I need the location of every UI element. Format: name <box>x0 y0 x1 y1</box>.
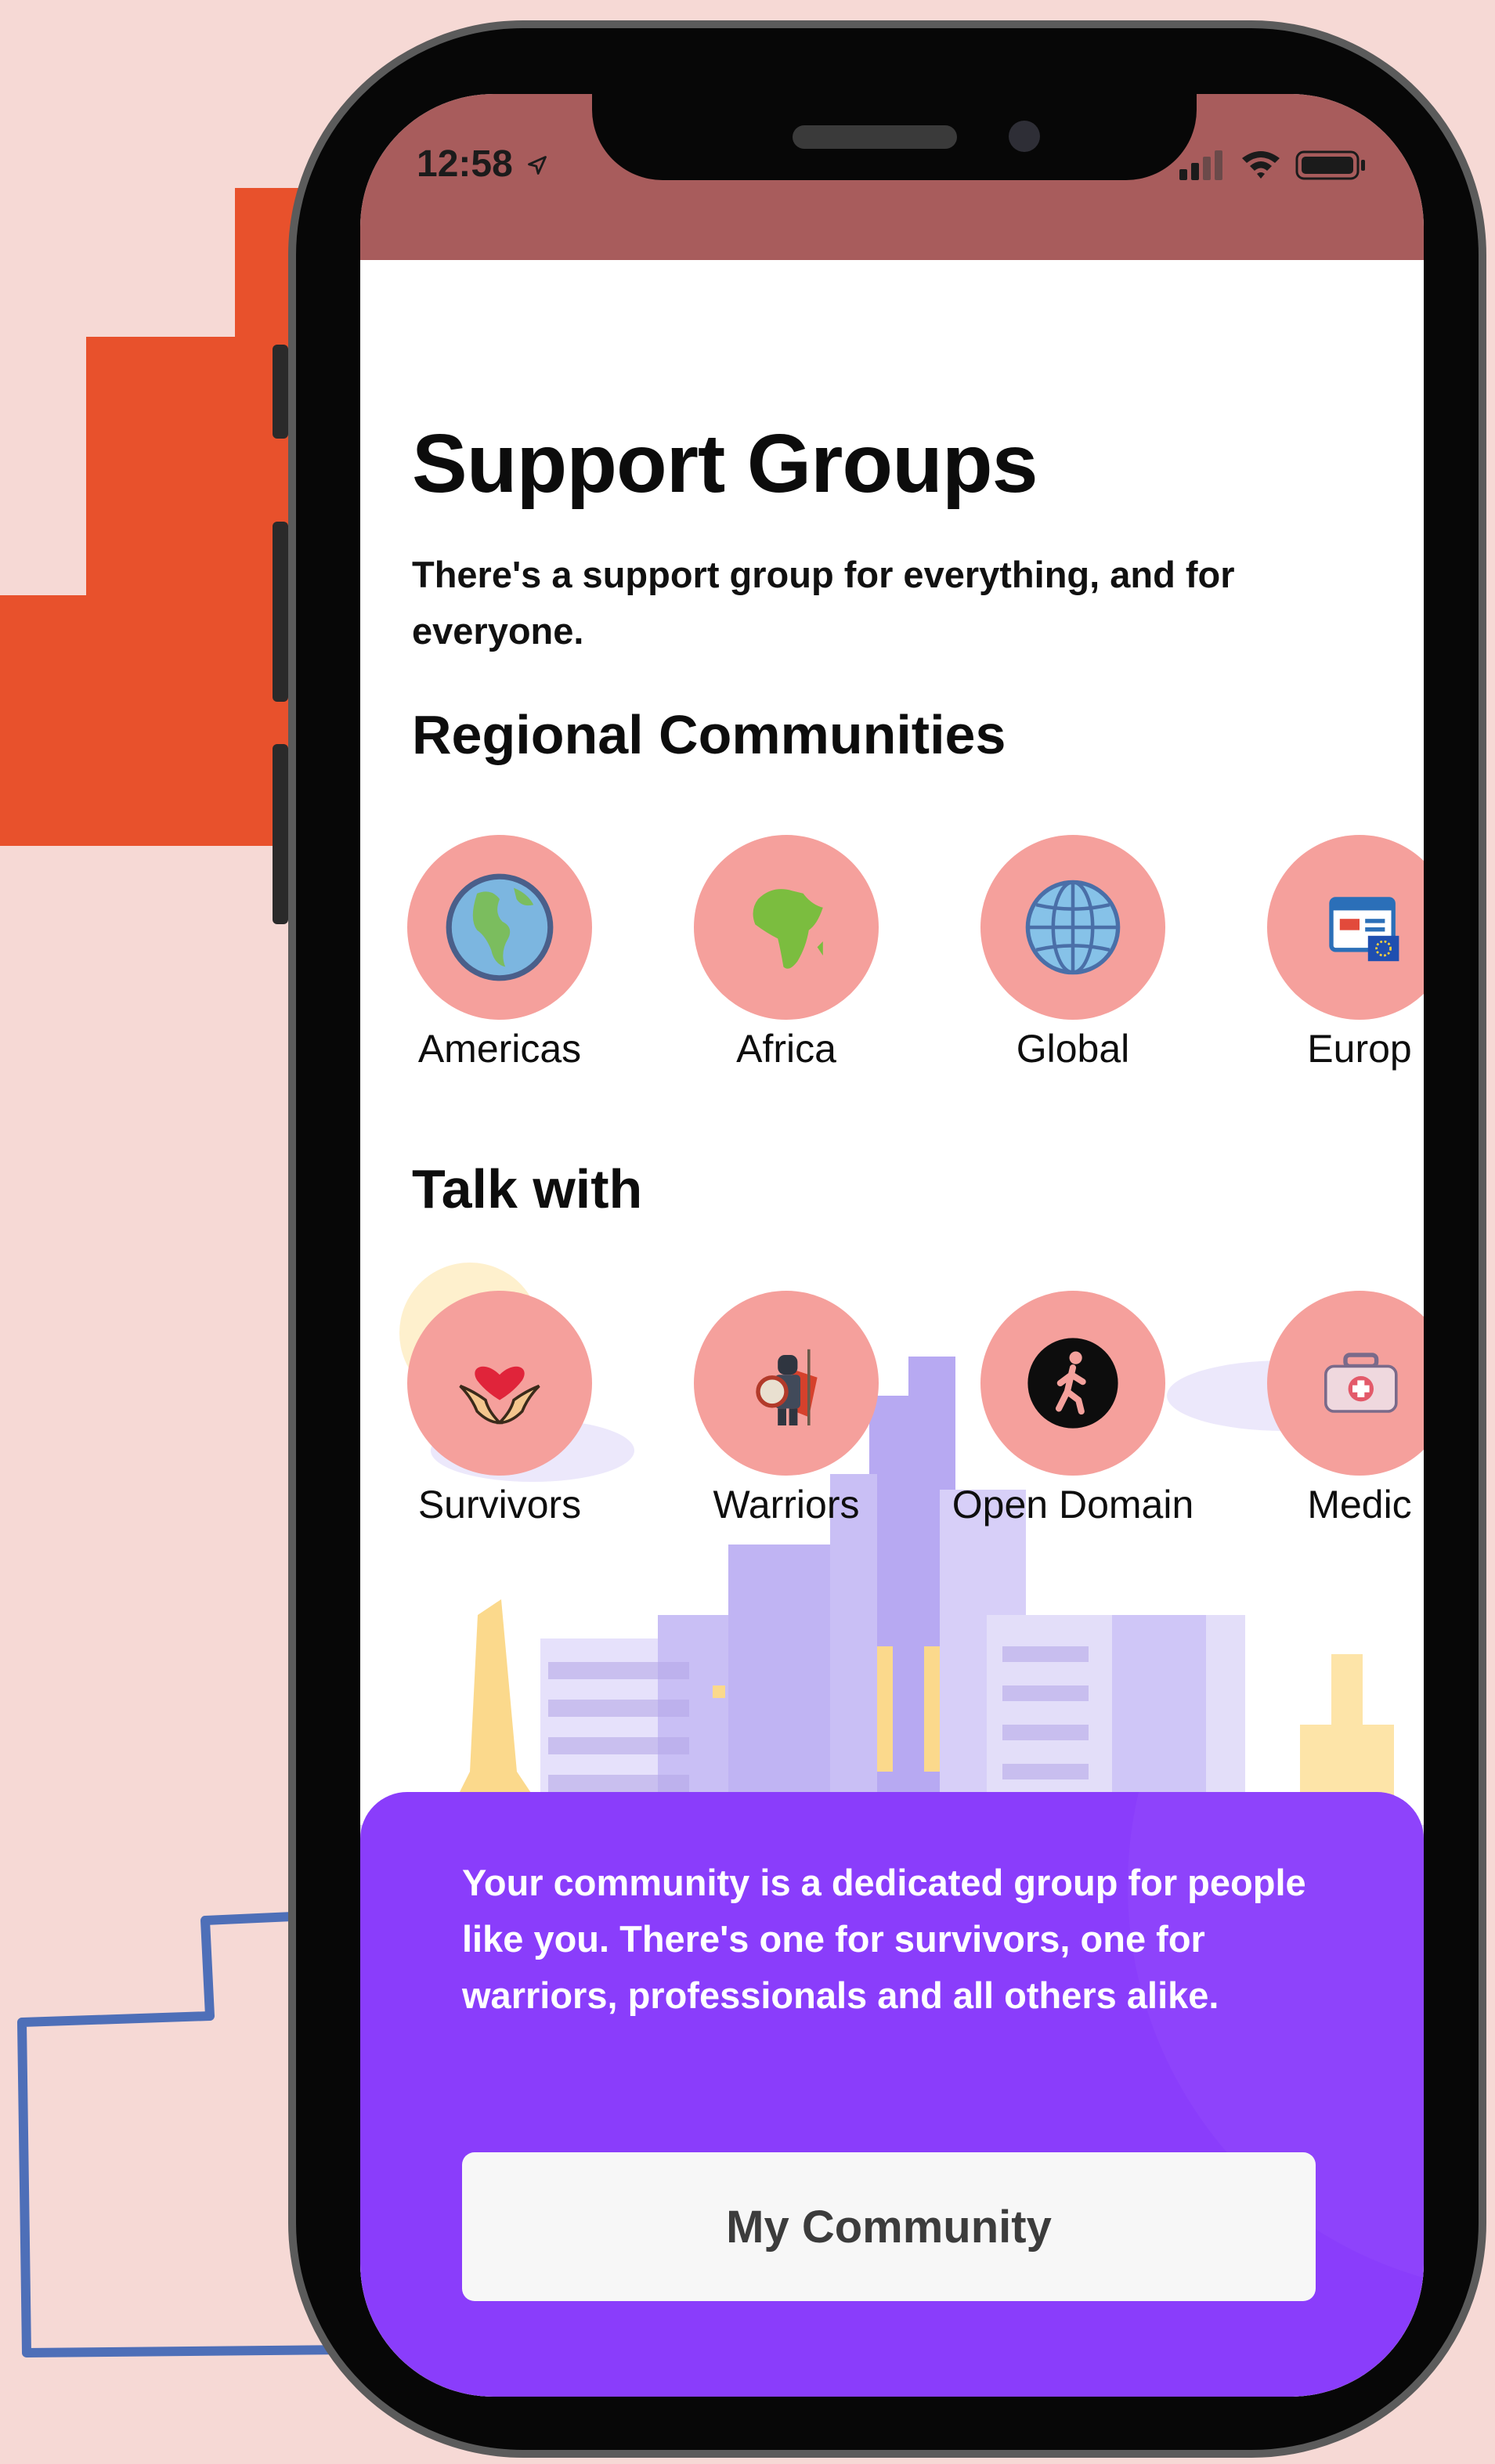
talk-with-medic[interactable]: Medic <box>1220 1291 1424 1541</box>
front-camera <box>1009 121 1040 152</box>
phone-frame: 12:58 Support Groups There's a support g… <box>273 16 1495 2464</box>
community-global[interactable]: Global <box>933 835 1192 1086</box>
europe-flag-window-icon <box>1329 897 1399 962</box>
community-africa[interactable]: Africa <box>647 835 905 1086</box>
battery-icon <box>1295 150 1365 180</box>
medical-kit-icon <box>1324 1353 1398 1413</box>
heart-hands-icon <box>459 1366 540 1425</box>
talk-with-survivors-circle <box>407 1291 592 1476</box>
wifi-icon <box>1242 151 1280 179</box>
my-community-panel: Your community is a dedicated group for … <box>360 1792 1424 2397</box>
regional-communities-row: Americas Africa Global Europ <box>360 835 1424 1086</box>
talk-with-warriors[interactable]: Warriors <box>647 1291 905 1541</box>
community-europe-circle <box>1267 835 1424 1020</box>
talk-with-label: Open Domain <box>952 1483 1194 1526</box>
status-bar: 12:58 <box>360 94 1424 260</box>
silent-switch <box>273 345 288 439</box>
talk-with-warriors-circle <box>694 1291 879 1476</box>
talk-with-row: Survivors Warriors Open Domain Medic <box>360 1291 1424 1541</box>
screen: 12:58 Support Groups There's a support g… <box>360 94 1424 2397</box>
page-title: Support Groups <box>412 417 1038 510</box>
africa-map-icon <box>753 889 823 969</box>
warrior-shield-icon <box>756 1349 818 1425</box>
talk-with-survivors[interactable]: Survivors <box>360 1291 619 1541</box>
community-americas-circle <box>407 835 592 1020</box>
globe-grid-icon <box>1025 880 1121 975</box>
status-icons <box>1179 150 1365 180</box>
community-label: Americas <box>417 1027 582 1071</box>
community-africa-circle <box>694 835 879 1020</box>
talk-with-open-domain[interactable]: Open Domain <box>933 1291 1193 1541</box>
my-community-button[interactable]: My Community <box>462 2152 1316 2301</box>
talk-with-label: Medic <box>1307 1483 1412 1526</box>
talk-with-label: Survivors <box>417 1483 582 1526</box>
location-arrow-icon <box>528 156 547 175</box>
page-subtitle: There's a support group for everything, … <box>412 554 1235 652</box>
regional-communities-heading: Regional Communities <box>412 704 1006 765</box>
talk-with-label: Warriors <box>713 1483 860 1526</box>
talk-with-open-domain-circle <box>980 1291 1165 1476</box>
signal-icon <box>1179 150 1222 180</box>
volume-down-button <box>273 744 288 924</box>
community-description: Your community is a dedicated group for … <box>462 1862 1306 2016</box>
community-americas[interactable]: Americas <box>360 835 619 1086</box>
notch <box>592 94 1197 180</box>
status-time: 12:58 <box>417 143 548 186</box>
community-europe[interactable]: Europ <box>1220 835 1424 1086</box>
community-label: Europ <box>1307 1027 1412 1071</box>
talk-with-medic-circle <box>1267 1291 1424 1476</box>
volume-up-button <box>273 522 288 702</box>
walking-person-icon <box>1027 1338 1118 1429</box>
earpiece-speaker <box>793 125 957 149</box>
community-label: Global <box>1016 1027 1130 1071</box>
community-label: Africa <box>736 1027 836 1071</box>
community-global-circle <box>980 835 1165 1020</box>
globe-americas-icon <box>446 873 554 981</box>
